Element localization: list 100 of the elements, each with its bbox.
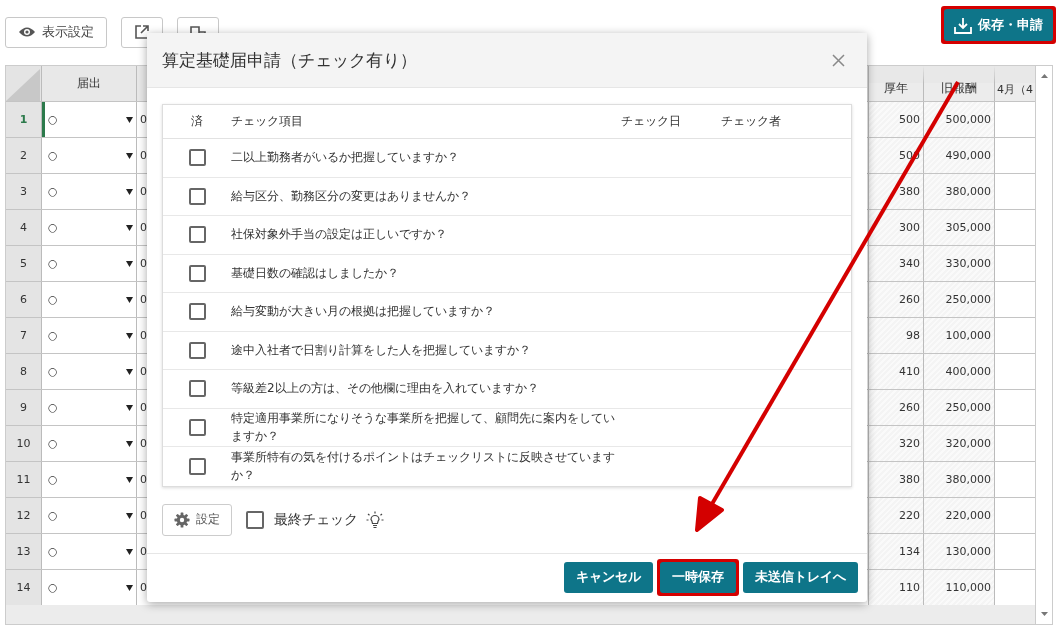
dropdown-caret-icon[interactable] [126, 548, 133, 555]
scroll-down-icon[interactable] [1040, 612, 1048, 616]
table-cell: 300 [899, 221, 920, 234]
table-cell: ○ [48, 545, 58, 558]
checkbox[interactable] [188, 264, 206, 282]
check-item-text: 等級差2以上の方は、その他欄に理由を入れていますか？ [231, 380, 540, 398]
table-cell: 260 [899, 401, 920, 414]
table-cell: 0 [140, 221, 147, 234]
table-cell: 0 [140, 113, 147, 126]
check-item-text: 基礎日数の確認はしましたか？ [231, 264, 400, 282]
checkbox[interactable] [188, 418, 206, 436]
dropdown-caret-icon[interactable] [126, 116, 133, 123]
row-number: 3 [6, 174, 42, 209]
checkbox[interactable] [188, 303, 206, 321]
row-number: 6 [6, 282, 42, 317]
check-item-text: 二以上勤務者がいるか把握していますか？ [231, 149, 460, 167]
dialog-button[interactable]: 未送信トレイへ [743, 561, 858, 593]
table-cell: 98 [906, 329, 920, 342]
table-cell: 380,000 [945, 473, 991, 486]
row-number: 5 [6, 246, 42, 281]
table-cell: 305,000 [945, 221, 991, 234]
table-cell: 330,000 [945, 257, 991, 270]
table-cell: 380 [899, 473, 920, 486]
table-cell: 220 [899, 509, 920, 522]
dialog-button[interactable]: 一時保存 [660, 561, 736, 593]
table-cell: ○ [48, 257, 58, 270]
checkbox[interactable] [246, 510, 264, 529]
table-cell: 0 [140, 365, 147, 378]
table-cell: ○ [48, 365, 58, 378]
table-cell: 110,000 [945, 581, 991, 594]
table-cell: 0 [140, 329, 147, 342]
row-number: 14 [6, 570, 42, 605]
table-cell: ○ [48, 185, 58, 198]
dialog-button[interactable]: キャンセル [564, 561, 653, 593]
final-check-label: 最終チェック [274, 510, 358, 529]
dropdown-caret-icon[interactable] [126, 296, 133, 303]
dialog-title: 算定基礎届申請（チェック有り） [162, 48, 417, 72]
checkbox[interactable] [188, 457, 206, 475]
download-icon [954, 16, 972, 34]
dropdown-caret-icon[interactable] [126, 404, 133, 411]
scroll-up-icon[interactable] [1040, 74, 1048, 78]
table-cell: 320 [899, 437, 920, 450]
column-header: 済 [190, 113, 204, 130]
table-cell: ○ [48, 473, 58, 486]
table-cell: 0 [140, 149, 147, 162]
table-cell: 0 [140, 545, 147, 558]
table-cell: 0 [140, 185, 147, 198]
scrollbar[interactable] [1035, 66, 1052, 624]
check-item-text: 事業所特有の気を付けるポイントはチェックリストに反映させていますか？ [231, 448, 616, 485]
column-header: 届出 [77, 75, 101, 92]
checkbox[interactable] [188, 341, 206, 359]
lightbulb-icon[interactable] [366, 510, 384, 529]
table-cell: 130,000 [945, 545, 991, 558]
checkbox[interactable] [188, 149, 206, 167]
settings-button[interactable]: 設定 [162, 503, 232, 536]
dropdown-caret-icon[interactable] [126, 512, 133, 519]
check-item-text: 特定適用事業所になりそうな事業所を把握して、顧問先に案内をしていますか？ [231, 409, 616, 446]
table-cell: 250,000 [945, 293, 991, 306]
dropdown-caret-icon[interactable] [126, 476, 133, 483]
table-cell: ○ [48, 293, 58, 306]
dropdown-caret-icon[interactable] [126, 188, 133, 195]
checkbox[interactable] [188, 226, 206, 244]
dropdown-caret-icon[interactable] [126, 368, 133, 375]
checkbox[interactable] [188, 380, 206, 398]
table-cell: 260 [899, 293, 920, 306]
dropdown-caret-icon[interactable] [126, 224, 133, 231]
toolbar-button[interactable]: 表示設定 [5, 16, 107, 48]
table-cell: 100,000 [945, 329, 991, 342]
close-icon[interactable] [832, 53, 845, 67]
table-cell: 410 [899, 365, 920, 378]
table-cell: ○ [48, 221, 58, 234]
table-cell: 500,000 [945, 113, 991, 126]
table-cell: 400,000 [945, 365, 991, 378]
check-item-text: 給与変動が大きい月の根拠は把握していますか？ [231, 303, 496, 321]
save-apply-button[interactable]: 保存・申請 [944, 9, 1053, 41]
checkbox[interactable] [188, 187, 206, 205]
column-header: 厚年 [884, 80, 908, 97]
settings-icon [174, 511, 190, 528]
dropdown-caret-icon[interactable] [126, 152, 133, 159]
table-cell: 490,000 [945, 149, 991, 162]
table-cell: 380,000 [945, 185, 991, 198]
row-number: 8 [6, 354, 42, 389]
table-cell: 250,000 [945, 401, 991, 414]
table-cell: ○ [48, 401, 58, 414]
dropdown-caret-icon[interactable] [126, 440, 133, 447]
dropdown-caret-icon[interactable] [126, 260, 133, 267]
column-header: チェック者 [721, 113, 782, 130]
check-item-text: 社保対象外手当の設定は正しいですか？ [231, 226, 448, 244]
dropdown-caret-icon[interactable] [126, 584, 133, 591]
table-cell: ○ [48, 581, 58, 594]
table-cell: 320,000 [945, 437, 991, 450]
table-cell: ○ [48, 113, 58, 126]
row-number: 1 [6, 102, 42, 137]
row-number: 9 [6, 390, 42, 425]
table-cell: ○ [48, 329, 58, 342]
table-cell: 134 [899, 545, 920, 558]
row-number: 10 [6, 426, 42, 461]
row-number: 4 [6, 210, 42, 245]
table-cell: 0 [140, 401, 147, 414]
dropdown-caret-icon[interactable] [126, 332, 133, 339]
